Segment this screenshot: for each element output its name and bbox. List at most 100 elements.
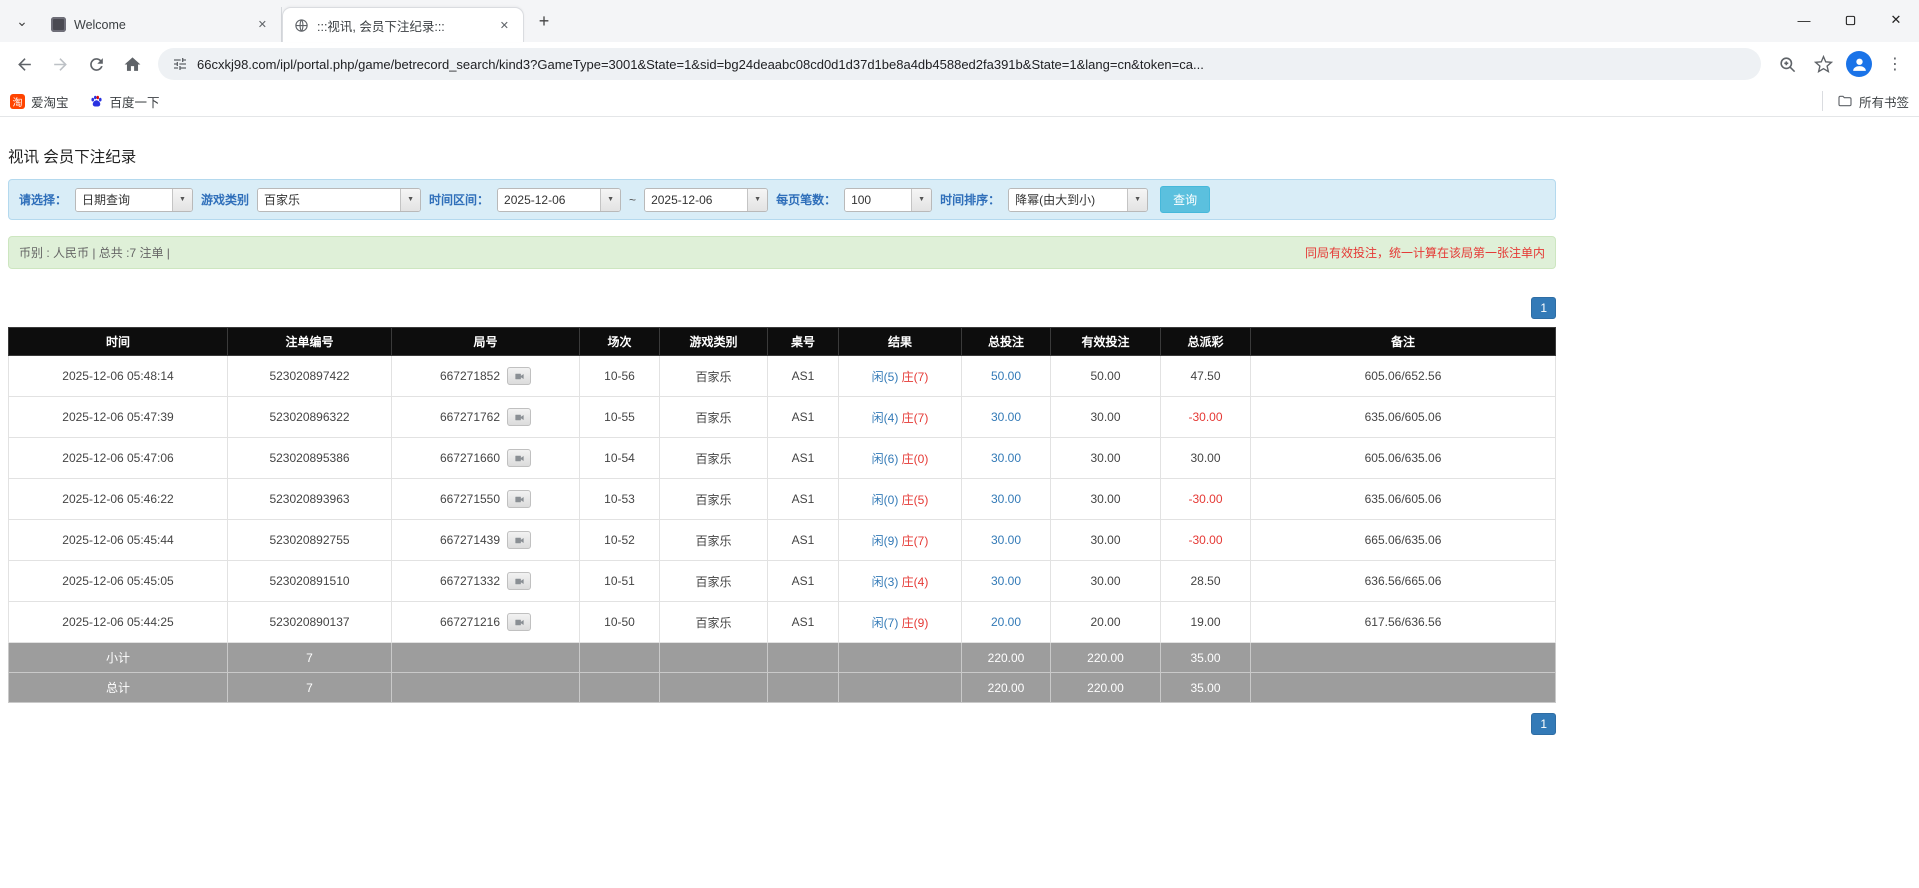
cell-total-bet[interactable]: 30.00 [961, 478, 1051, 520]
back-icon[interactable] [8, 48, 40, 80]
column-header: 桌号 [767, 327, 839, 356]
round-number: 667271216 [439, 615, 501, 629]
tab-close-icon[interactable]: ✕ [254, 16, 271, 33]
total-count: 7 [227, 672, 392, 703]
cell-table-no: AS1 [767, 519, 839, 561]
bookmark-label: 百度一下 [109, 95, 160, 110]
page-size-select[interactable]: ▼ [844, 187, 933, 212]
video-replay-icon[interactable] [507, 531, 532, 549]
page-number-button[interactable]: 1 [1531, 297, 1556, 319]
date-to-input[interactable] [645, 188, 748, 211]
game-type-label: 游戏类别 [201, 193, 250, 207]
cell-bet-id: 523020896322 [227, 396, 392, 438]
cell-table-no: AS1 [767, 560, 839, 602]
sort-order-select[interactable]: ▼ [1008, 187, 1149, 212]
subtotal-total-bet: 220.00 [961, 642, 1051, 673]
column-header: 场次 [579, 327, 660, 356]
cell-result: 闲(9) 庄(7) [838, 519, 962, 561]
date-from-picker[interactable]: ▼ [497, 187, 622, 212]
bookmarks-bar: 淘 爱淘宝 百度一下 所有书签 [0, 86, 1919, 117]
chevron-down-icon[interactable]: ▼ [172, 188, 193, 211]
table-header-row: 时间 注单编号 局号 场次 游戏类别 桌号 结果 总投注 有效投注 总派彩 备注 [8, 327, 1556, 356]
game-type-input[interactable] [258, 188, 401, 211]
video-replay-icon[interactable] [507, 572, 532, 590]
sort-order-input[interactable] [1009, 188, 1128, 211]
video-replay-icon[interactable] [507, 449, 532, 467]
date-to-picker[interactable]: ▼ [644, 187, 769, 212]
cell-total-bet[interactable]: 30.00 [961, 396, 1051, 438]
tab-welcome[interactable]: Welcome ✕ [40, 7, 282, 42]
refresh-icon[interactable] [80, 48, 112, 80]
profile-avatar[interactable] [1843, 48, 1875, 80]
site-info-icon[interactable] [172, 56, 188, 72]
cell-result: 闲(4) 庄(7) [838, 396, 962, 438]
round-number: 667271439 [439, 533, 501, 547]
bet-records-table: 时间 注单编号 局号 场次 游戏类别 桌号 结果 总投注 有效投注 总派彩 备注 2025-12-0… [8, 327, 1556, 703]
home-icon[interactable] [116, 48, 148, 80]
total-label: 总计 [8, 672, 228, 703]
chevron-down-icon[interactable]: ▼ [600, 188, 621, 211]
search-button[interactable]: 查询 [1160, 186, 1211, 213]
table-row: 2025-12-06 05:47:06 523020895386 6672716… [8, 437, 1556, 479]
video-replay-icon[interactable] [507, 367, 532, 385]
total-total-bet: 220.00 [961, 672, 1051, 703]
url-bar[interactable]: 66cxkj98.com/ipl/portal.php/game/betreco… [158, 48, 1761, 80]
cell-total-bet[interactable]: 30.00 [961, 519, 1051, 561]
cell-round: 667271852 [391, 355, 580, 397]
bookmark-aitaobao[interactable]: 淘 爱淘宝 [10, 92, 69, 111]
cell-session: 10-53 [579, 478, 660, 520]
close-window-button[interactable]: ✕ [1873, 0, 1919, 40]
zoom-icon[interactable] [1771, 48, 1803, 80]
video-replay-icon[interactable] [507, 490, 532, 508]
chevron-down-icon[interactable]: ▼ [1127, 188, 1148, 211]
cell-result: 闲(3) 庄(4) [838, 560, 962, 602]
cell-game-type: 百家乐 [659, 560, 768, 602]
cell-game-type: 百家乐 [659, 437, 768, 479]
cell-valid-bet: 30.00 [1050, 560, 1161, 602]
bookmark-star-icon[interactable] [1807, 48, 1839, 80]
page-number-button[interactable]: 1 [1531, 713, 1556, 735]
browser-menu-icon[interactable]: ⋮ [1879, 48, 1911, 80]
page-content: 视讯 会员下注纪录 请选择： ▼ 游戏类别 ▼ 时间区间： ▼ ~ ▼ 每页笔数… [8, 117, 1556, 735]
round-number: 667271332 [439, 574, 501, 588]
tab-close-icon[interactable]: ✕ [496, 17, 513, 34]
result-banker: 庄(4) [901, 574, 929, 589]
cell-result: 闲(7) 庄(9) [838, 601, 962, 643]
cell-result: 闲(0) 庄(5) [838, 478, 962, 520]
tab-betrecord[interactable]: :::视讯, 会员下注纪录::: ✕ [282, 7, 524, 42]
cell-time: 2025-12-06 05:45:05 [8, 560, 228, 602]
cell-session: 10-50 [579, 601, 660, 643]
cell-round: 667271550 [391, 478, 580, 520]
cell-bet-id: 523020890137 [227, 601, 392, 643]
cell-round: 667271439 [391, 519, 580, 561]
query-type-input[interactable] [76, 188, 173, 211]
bookmark-baidu[interactable]: 百度一下 [89, 92, 160, 111]
cell-bet-id: 523020895386 [227, 437, 392, 479]
tab-search-button[interactable]: ⌄ [8, 7, 36, 35]
chevron-down-icon[interactable]: ▼ [400, 188, 421, 211]
cell-total-bet[interactable]: 30.00 [961, 560, 1051, 602]
result-player: 闲(5) [871, 369, 899, 384]
new-tab-button[interactable]: + [530, 7, 558, 35]
chevron-down-icon[interactable]: ▼ [747, 188, 768, 211]
forward-icon[interactable] [44, 48, 76, 80]
video-replay-icon[interactable] [507, 408, 532, 426]
game-type-select[interactable]: ▼ [257, 187, 422, 212]
result-player: 闲(6) [871, 451, 899, 466]
minimize-button[interactable]: — [1781, 0, 1827, 40]
all-bookmarks[interactable]: 所有书签 [1821, 91, 1909, 111]
result-banker: 庄(5) [901, 492, 929, 507]
cell-game-type: 百家乐 [659, 519, 768, 561]
cell-time: 2025-12-06 05:47:39 [8, 396, 228, 438]
maximize-button[interactable] [1827, 0, 1873, 40]
page-size-input[interactable] [845, 188, 912, 211]
cell-total-bet[interactable]: 30.00 [961, 437, 1051, 479]
query-type-select[interactable]: ▼ [75, 187, 194, 212]
cell-total-bet[interactable]: 20.00 [961, 601, 1051, 643]
chevron-down-icon[interactable]: ▼ [911, 188, 932, 211]
result-player: 闲(4) [871, 410, 899, 425]
cell-remark: 665.06/635.06 [1250, 519, 1556, 561]
cell-total-bet[interactable]: 50.00 [961, 355, 1051, 397]
date-from-input[interactable] [498, 188, 601, 211]
video-replay-icon[interactable] [507, 613, 532, 631]
